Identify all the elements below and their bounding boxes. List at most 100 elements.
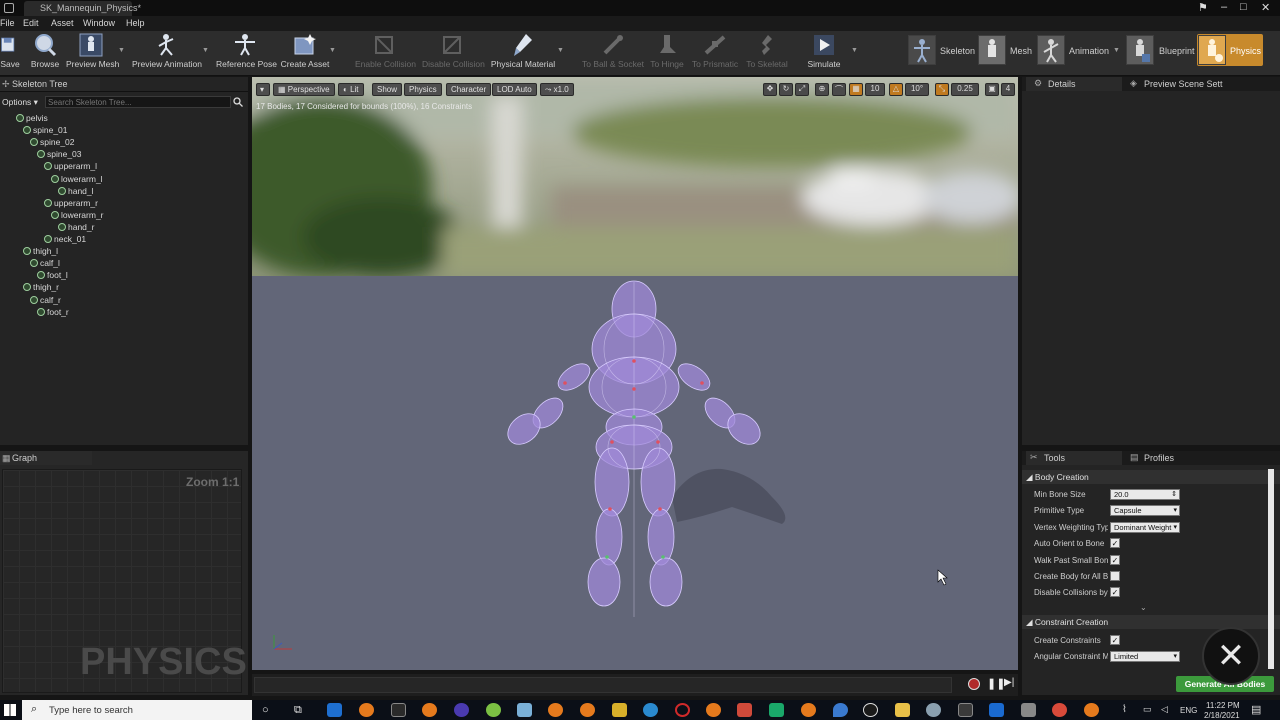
close-button[interactable]: ✕ bbox=[1261, 1, 1270, 14]
tool-app-icon[interactable] bbox=[926, 703, 941, 717]
bone-item[interactable]: thigh_l bbox=[23, 246, 58, 256]
scale-icon[interactable]: ⤢ bbox=[795, 83, 809, 96]
bone-item[interactable]: neck_01 bbox=[44, 234, 86, 244]
body-creation-section[interactable]: ◢ Body Creation bbox=[1022, 470, 1280, 484]
bone-item[interactable]: pelvis bbox=[16, 113, 48, 123]
chat-app-icon[interactable] bbox=[454, 703, 469, 717]
blender-app-icon[interactable] bbox=[580, 703, 595, 717]
search-icon[interactable] bbox=[233, 97, 243, 107]
options-dropdown[interactable]: Options ▾ bbox=[2, 97, 38, 108]
to-prismatic-button[interactable]: To Prismatic bbox=[690, 33, 740, 73]
start-windows-icon[interactable] bbox=[4, 704, 16, 716]
scale-snap-value[interactable]: 0.25 bbox=[951, 83, 979, 96]
disable-collision-button[interactable]: Disable Collision bbox=[422, 33, 485, 73]
blender-app-icon[interactable] bbox=[359, 703, 374, 717]
taskbar-search-box[interactable]: ⌕ Type here to search bbox=[22, 700, 252, 720]
record-button[interactable] bbox=[968, 678, 980, 690]
android-app-icon[interactable] bbox=[769, 703, 784, 717]
reference-pose-button[interactable]: Reference Pose bbox=[216, 33, 277, 73]
feedback-icon[interactable]: ⚑ bbox=[1198, 1, 1208, 14]
grid-snap-icon[interactable]: ▦ bbox=[849, 83, 863, 96]
cube-app-icon[interactable] bbox=[1021, 703, 1036, 717]
blender-app-icon[interactable] bbox=[548, 703, 563, 717]
mode-physics[interactable]: Physics bbox=[1197, 34, 1263, 66]
drop-app-icon[interactable] bbox=[833, 703, 848, 717]
bone-item[interactable]: thigh_r bbox=[23, 282, 59, 292]
grid-snap-value[interactable]: 10 bbox=[865, 83, 885, 96]
playback-speed-button[interactable]: ⤳ x1.0 bbox=[540, 83, 574, 96]
battery-tray-icon[interactable]: ▭ bbox=[1143, 704, 1152, 715]
lit-button[interactable]: ◐ Lit bbox=[338, 83, 364, 96]
blender-app-icon[interactable] bbox=[1084, 703, 1099, 717]
profiles-tab[interactable]: ▤ Profiles bbox=[1128, 451, 1218, 465]
blender-app-icon[interactable] bbox=[801, 703, 816, 717]
folder-app-icon[interactable] bbox=[895, 703, 910, 717]
viewport-menu-button[interactable]: ▾ bbox=[256, 83, 270, 96]
property-checkbox[interactable]: ✓ bbox=[1110, 554, 1120, 565]
timeline-bar[interactable] bbox=[254, 677, 952, 693]
bone-item[interactable]: foot_r bbox=[37, 307, 69, 317]
property-combo[interactable]: Capsule ▾ bbox=[1110, 505, 1180, 517]
blue-app-icon[interactable] bbox=[989, 703, 1004, 717]
animation-mode-dropdown[interactable]: ▼ bbox=[1113, 47, 1120, 54]
bone-item[interactable]: calf_r bbox=[30, 295, 61, 305]
menu-asset[interactable]: Asset bbox=[51, 18, 74, 28]
mail-app-icon[interactable] bbox=[327, 703, 342, 717]
property-checkbox[interactable]: ✓ bbox=[1110, 538, 1120, 549]
cube-app-icon[interactable] bbox=[517, 703, 532, 717]
language-indicator[interactable]: ENG bbox=[1180, 706, 1197, 715]
constraint-creation-section[interactable]: ◢ Constraint Creation bbox=[1022, 615, 1280, 629]
bone-item[interactable]: spine_03 bbox=[37, 149, 82, 159]
preview-scene-settings-tab[interactable]: ◈ Preview Scene Sett bbox=[1128, 77, 1238, 91]
details-tab[interactable]: ⚙ Details bbox=[1026, 77, 1122, 91]
surface-snap-icon[interactable]: ⌒ bbox=[832, 83, 846, 96]
world-local-icon[interactable]: ⊕ bbox=[815, 83, 829, 96]
create-asset-button[interactable]: Create Asset bbox=[280, 33, 330, 73]
preview-animation-dropdown[interactable]: ▼ bbox=[202, 47, 209, 54]
physics-button[interactable]: Physics bbox=[404, 83, 442, 96]
viewport[interactable]: ▾ ▦ Perspective ◐ Lit Show Physics Chara… bbox=[252, 77, 1018, 670]
timeline-icon[interactable]: ⧉ bbox=[294, 704, 302, 717]
bone-item[interactable]: upperarm_r bbox=[44, 198, 98, 208]
epic-app-icon[interactable] bbox=[391, 703, 406, 717]
step-forward-button[interactable]: ▶| bbox=[1004, 677, 1014, 688]
menu-file[interactable]: File bbox=[0, 18, 15, 28]
property-checkbox[interactable]: ✓ bbox=[1110, 587, 1120, 598]
preview-mesh-dropdown[interactable]: ▼ bbox=[118, 47, 125, 54]
rotate-icon[interactable]: ↻ bbox=[779, 83, 793, 96]
graph-tab[interactable]: ▦ Graph bbox=[0, 451, 92, 465]
bone-item[interactable]: lowerarm_r bbox=[51, 210, 104, 220]
pause-button[interactable]: ❚❚ bbox=[987, 677, 1005, 690]
to-ball-socket-button[interactable]: To Ball & Socket bbox=[582, 33, 644, 73]
clock-time[interactable]: 11:22 PM bbox=[1206, 701, 1240, 710]
show-button[interactable]: Show bbox=[372, 83, 403, 96]
simulate-button[interactable]: Simulate bbox=[806, 33, 842, 73]
preview-mesh-button[interactable]: Preview Mesh bbox=[66, 33, 119, 73]
tools-scrollbar[interactable] bbox=[1268, 469, 1274, 669]
bone-item[interactable]: spine_01 bbox=[23, 125, 68, 135]
terminal-app-icon[interactable] bbox=[958, 703, 973, 717]
to-skeletal-button[interactable]: To Skeletal bbox=[744, 33, 790, 73]
save-button[interactable]: Save bbox=[0, 33, 20, 73]
star-app-icon[interactable] bbox=[612, 703, 627, 717]
bone-item[interactable]: spine_02 bbox=[30, 137, 75, 147]
property-number-field[interactable]: 20.0 ⇕ bbox=[1110, 489, 1180, 500]
character-button[interactable]: Character bbox=[446, 83, 492, 96]
graph-panel[interactable]: ▦ Graph Zoom 1:1 PHYSICS bbox=[0, 451, 248, 695]
create-asset-dropdown[interactable]: ▼ bbox=[329, 47, 336, 54]
skeleton-search-input[interactable] bbox=[45, 96, 231, 108]
property-checkbox[interactable] bbox=[1110, 571, 1120, 581]
document-tab[interactable]: SK_Mannequin_Physics* bbox=[24, 1, 141, 16]
lod-auto-button[interactable]: LOD Auto bbox=[492, 83, 537, 96]
notifications-icon[interactable]: ▤ bbox=[1251, 703, 1261, 716]
tools-tab[interactable]: ✂ Tools bbox=[1026, 451, 1122, 465]
blender-app-icon[interactable] bbox=[706, 703, 721, 717]
chrome-app-icon[interactable] bbox=[1052, 703, 1067, 717]
android-app-icon[interactable] bbox=[486, 703, 501, 717]
maximize-button[interactable]: □ bbox=[1240, 1, 1247, 13]
bone-item[interactable]: hand_r bbox=[58, 222, 94, 232]
rotation-snap-value[interactable]: 10° bbox=[905, 83, 929, 96]
camera-speed-icon[interactable]: ▣ bbox=[985, 83, 999, 96]
bone-item[interactable]: upperarm_l bbox=[44, 161, 97, 171]
minimize-button[interactable]: – bbox=[1221, 1, 1227, 13]
